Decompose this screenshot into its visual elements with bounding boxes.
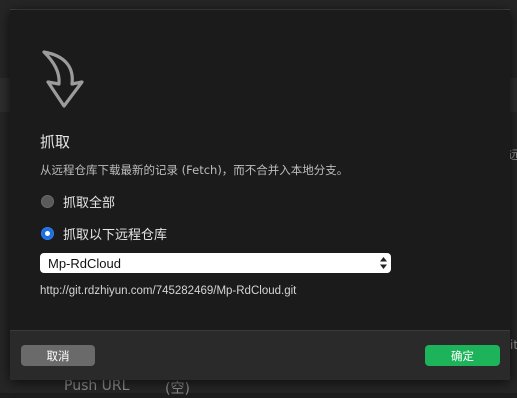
remote-select-value: Mp-RdCloud — [48, 255, 121, 271]
background-text-fragment: it — [510, 338, 517, 352]
cancel-button[interactable]: 取消 — [21, 345, 95, 366]
confirm-button[interactable]: 确定 — [425, 345, 500, 366]
fetch-selected-remote-option[interactable]: 抓取以下远程仓库 — [41, 224, 167, 243]
fetch-all-option[interactable]: 抓取全部 — [41, 192, 115, 211]
fetch-selected-remote-label: 抓取以下远程仓库 — [63, 228, 168, 243]
fetch-all-label: 抓取全部 — [63, 196, 116, 211]
dialog-description: 从远程仓库下载最新的记录 (Fetch)，而不合并入本地分支。 — [40, 163, 349, 177]
remote-select[interactable]: Mp-RdCloud — [40, 253, 391, 273]
fetch-arrow-icon — [42, 50, 84, 108]
radio-selected-icon[interactable] — [41, 227, 54, 240]
push-url-value: (空) — [165, 381, 190, 397]
push-url-label: Push URL — [64, 378, 130, 394]
remote-url-text: http://git.rdzhiyun.com/745282469/Mp-RdC… — [40, 285, 297, 297]
dialog-title: 抓取 — [40, 133, 71, 151]
radio-unselected-icon[interactable] — [41, 195, 54, 208]
up-down-chevron-icon — [380, 257, 387, 269]
